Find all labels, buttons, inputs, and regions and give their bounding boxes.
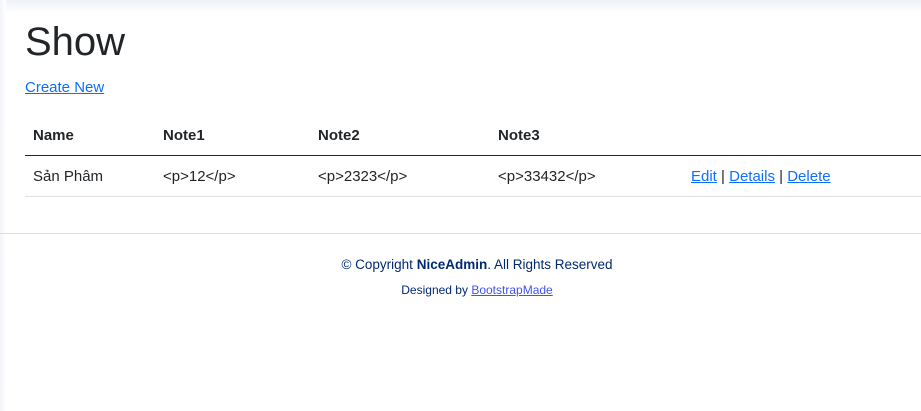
copyright-prefix: © Copyright — [341, 257, 413, 272]
header-note2: Note2 — [310, 115, 490, 156]
designed-by-label: Designed by — [401, 283, 468, 297]
sidebar-shadow — [0, 0, 6, 411]
bootstrapmade-link[interactable]: BootstrapMade — [471, 283, 552, 297]
delete-link[interactable]: Delete — [787, 168, 830, 185]
cell-note2: <p>2323</p> — [310, 155, 490, 197]
action-separator: | — [779, 167, 784, 185]
table-header-row: Name Note1 Note2 Note3 — [25, 115, 921, 156]
header-actions — [683, 115, 921, 156]
copyright-suffix: . All Rights Reserved — [487, 257, 613, 272]
action-separator: | — [721, 167, 725, 185]
cell-actions: Edit | Details | Delete — [683, 155, 921, 197]
footer-divider — [0, 233, 921, 234]
copyright: © Copyright NiceAdmin. All Rights Reserv… — [0, 257, 921, 272]
edit-link[interactable]: Edit — [691, 168, 717, 185]
main-content: Show Create New Name Note1 Note2 Note3 S… — [0, 0, 921, 411]
header-note3: Note3 — [490, 115, 683, 156]
header-shadow — [0, 0, 921, 14]
details-link[interactable]: Details — [729, 168, 775, 185]
data-table: Name Note1 Note2 Note3 Sản Phâm <p>12</p… — [25, 115, 921, 197]
header-name: Name — [25, 115, 155, 156]
create-new-link[interactable]: Create New — [25, 78, 104, 98]
cell-name: Sản Phâm — [25, 155, 155, 197]
table-row: Sản Phâm <p>12</p> <p>2323</p> <p>33432<… — [25, 155, 921, 197]
credits: Designed by BootstrapMade — [0, 283, 921, 297]
cell-note1: <p>12</p> — [155, 155, 310, 197]
cell-note3: <p>33432</p> — [490, 155, 683, 197]
brand-name: NiceAdmin — [416, 257, 488, 272]
header-note1: Note1 — [155, 115, 310, 156]
page-title: Show — [25, 20, 126, 64]
